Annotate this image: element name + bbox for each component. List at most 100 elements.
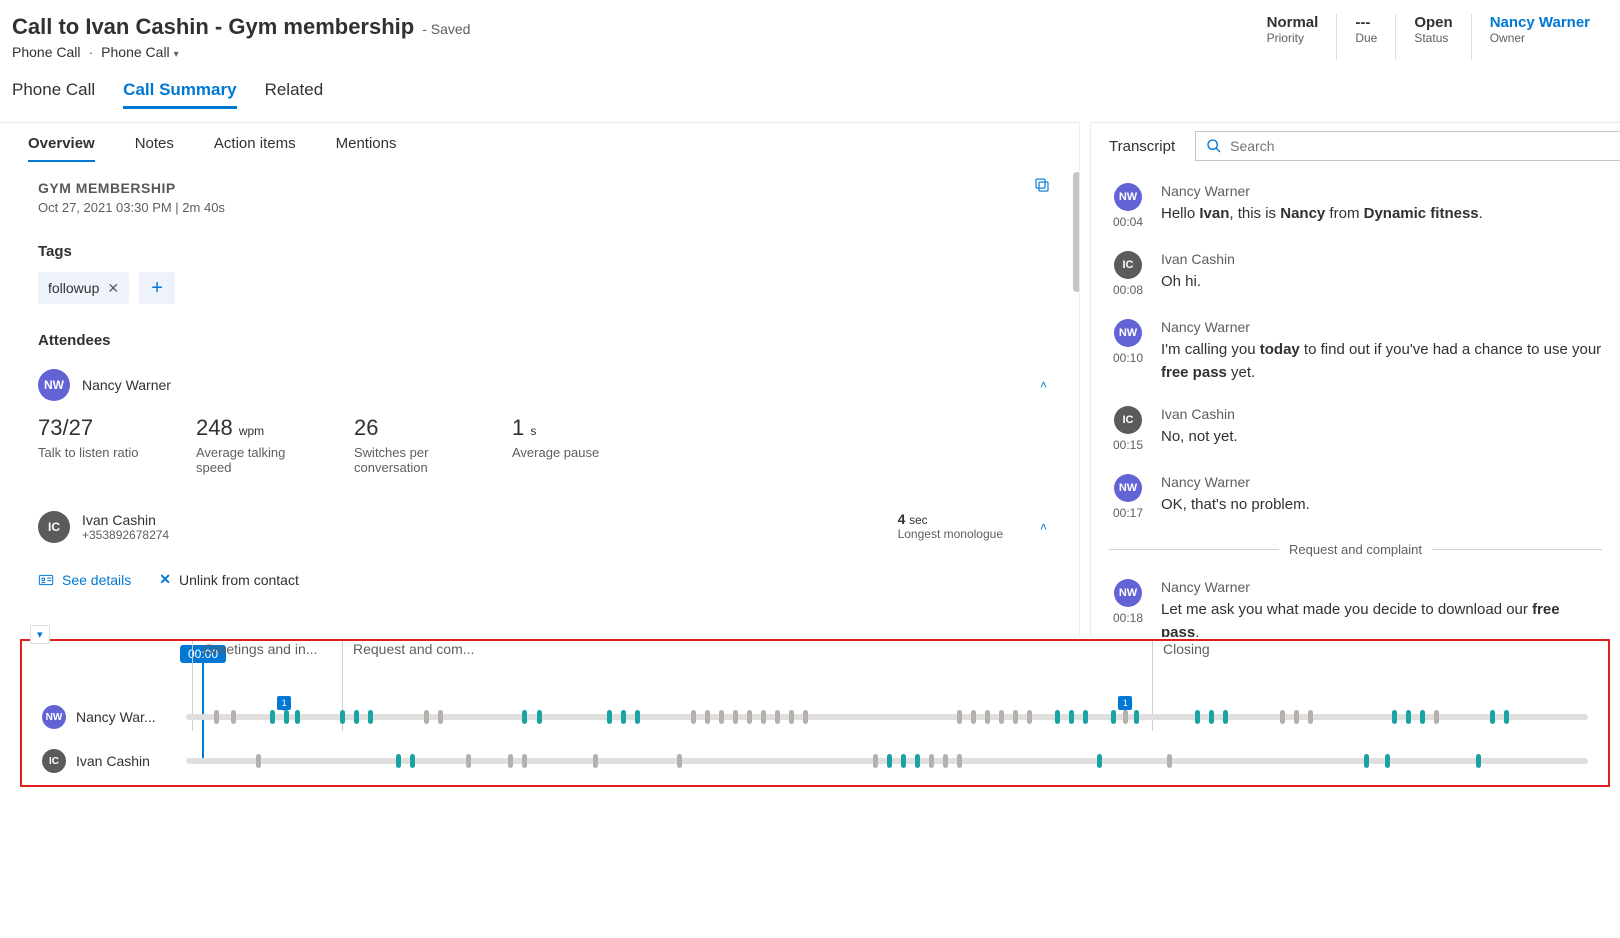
- summary-tab-overview[interactable]: Overview: [28, 135, 95, 162]
- meta-cell[interactable]: NormalPriority: [1249, 14, 1337, 60]
- avatar: NW: [1114, 183, 1142, 211]
- transcript-text: OK, that's no problem.: [1161, 494, 1602, 517]
- transcript-heading: Transcript: [1109, 138, 1175, 155]
- chevron-down-icon: ▾: [174, 49, 179, 60]
- transcript-line[interactable]: IC00:15Ivan CashinNo, not yet.: [1109, 406, 1602, 452]
- scrollbar[interactable]: [1073, 172, 1079, 292]
- avatar: IC: [1114, 251, 1142, 279]
- avatar: NW: [1114, 319, 1142, 347]
- meta-cell[interactable]: Nancy WarnerOwner: [1471, 14, 1608, 60]
- avatar: NW: [42, 705, 66, 729]
- chevron-up-icon[interactable]: ˄: [1040, 520, 1047, 534]
- transcript-pane: Transcript NW 00:04 Nancy Warner Hello Ivan…: [1090, 122, 1620, 637]
- transcript-speaker: Nancy Warner: [1161, 319, 1602, 335]
- stat: 26Switches per conversation: [354, 415, 474, 475]
- meta-label: Due: [1355, 31, 1377, 45]
- summary-tabs: Overview Notes Action items Mentions: [0, 123, 1079, 162]
- summary-tab-action-items[interactable]: Action items: [214, 135, 296, 162]
- timeline-speaker: Nancy War...: [76, 709, 176, 725]
- transcript-speaker: Nancy Warner: [1161, 474, 1602, 490]
- transcript-section-divider: Request and complaint: [1109, 542, 1602, 557]
- tag-chip[interactable]: followup✕: [38, 272, 129, 304]
- timeline-bar[interactable]: [186, 758, 1588, 764]
- avatar: IC: [1114, 406, 1142, 434]
- timeline-bar[interactable]: 11: [186, 714, 1588, 720]
- stat: 1 sAverage pause: [512, 415, 632, 475]
- timeline-marker[interactable]: 1: [277, 696, 291, 710]
- attendee-phone: +353892678274: [82, 528, 169, 542]
- breadcrumb-item: Phone Call: [12, 44, 81, 60]
- transcript-text: I'm calling you today to find out if you…: [1161, 339, 1602, 384]
- meta-cell[interactable]: OpenStatus: [1395, 14, 1470, 60]
- avatar: NW: [38, 369, 70, 401]
- chevron-up-icon[interactable]: ˄: [1040, 378, 1047, 392]
- avatar: IC: [42, 749, 66, 773]
- timeline-panel: ▾ 00:00 ClosingRequest and com...Greetin…: [20, 639, 1610, 787]
- attendee-row[interactable]: IC Ivan Cashin +353892678274 4 sec Longe…: [38, 511, 1051, 543]
- timeline-row: IC Ivan Cashin: [42, 749, 1588, 773]
- transcript-line[interactable]: NW 00:04 Nancy Warner Hello Ivan, this is N…: [1109, 183, 1602, 229]
- add-tag-button[interactable]: +: [139, 272, 175, 304]
- timeline-rows: NW Nancy War... 11 IC Ivan Cashin: [42, 705, 1588, 773]
- summary-tab-mentions[interactable]: Mentions: [336, 135, 397, 162]
- tab-call-summary[interactable]: Call Summary: [123, 80, 236, 109]
- attendee-row[interactable]: NW Nancy Warner ˄: [38, 369, 1051, 401]
- transcript-time: 00:08: [1113, 283, 1143, 297]
- stats-row: 73/27Talk to listen ratio248 wpmAverage …: [38, 415, 1051, 475]
- overview-body: GYM MEMBERSHIP Oct 27, 2021 03:30 PM | 2…: [0, 162, 1079, 632]
- overview-subtitle: Oct 27, 2021 03:30 PM | 2m 40s: [38, 200, 1051, 215]
- transcript-speaker: Ivan Cashin: [1161, 251, 1602, 267]
- monologue-stat: 4 sec Longest monologue: [898, 511, 1003, 541]
- meta-label: Status: [1414, 31, 1452, 45]
- transcript-time: 00:04: [1113, 215, 1143, 229]
- search-icon: [1206, 138, 1222, 154]
- summary-tab-notes[interactable]: Notes: [135, 135, 174, 162]
- meta-value: Open: [1414, 14, 1452, 31]
- remove-tag-icon[interactable]: ✕: [107, 280, 119, 297]
- saved-status: - Saved: [422, 21, 470, 37]
- transcript-time: 00:18: [1113, 611, 1143, 625]
- breadcrumb-dropdown[interactable]: Phone Call ▾: [101, 44, 178, 60]
- call-summary-pane: Overview Notes Action items Mentions GYM ME…: [0, 122, 1080, 637]
- search-input[interactable]: [1230, 138, 1610, 154]
- stat: 73/27Talk to listen ratio: [38, 415, 158, 475]
- transcript-line[interactable]: NW00:18Nancy WarnerLet me ask you what m…: [1109, 579, 1602, 637]
- transcript-text: Let me ask you what made you decide to d…: [1161, 599, 1602, 637]
- record-tabs: Phone Call Call Summary Related: [0, 64, 1620, 110]
- attendee-name: Nancy Warner: [82, 377, 171, 393]
- tab-related[interactable]: Related: [265, 80, 324, 109]
- collapse-timeline-button[interactable]: ▾: [30, 625, 50, 644]
- transcript-text: Hello Ivan, this is Nancy from Dynamic f…: [1161, 203, 1602, 226]
- meta-label: Owner: [1490, 31, 1590, 45]
- transcript-time: 00:10: [1113, 351, 1143, 365]
- record-header: Call to Ivan Cashin - Gym membership - S…: [0, 0, 1620, 64]
- transcript-speaker: Nancy Warner: [1161, 183, 1602, 199]
- copy-icon[interactable]: [1033, 176, 1051, 194]
- transcript-search[interactable]: [1195, 131, 1620, 161]
- meta-label: Priority: [1267, 31, 1319, 45]
- meta-cell[interactable]: ---Due: [1336, 14, 1395, 60]
- transcript-line[interactable]: NW 00:10 Nancy Warner I'm calling you today…: [1109, 319, 1602, 384]
- avatar: IC: [38, 511, 70, 543]
- timeline-marker[interactable]: 1: [1118, 696, 1132, 710]
- breadcrumb: Phone Call · Phone Call ▾: [12, 44, 470, 60]
- timeline-speaker: Ivan Cashin: [76, 753, 176, 769]
- attendee-name: Ivan Cashin: [82, 512, 169, 528]
- attendees-heading: Attendees: [38, 332, 1051, 349]
- transcript-line[interactable]: NW 00:17 Nancy Warner OK, that's no problem…: [1109, 474, 1602, 520]
- unlink-contact-link[interactable]: ✕ Unlink from contact: [159, 571, 299, 588]
- transcript-speaker: Nancy Warner: [1161, 579, 1602, 595]
- meta-bar: NormalPriority---DueOpenStatusNancy Warn…: [1249, 14, 1608, 60]
- transcript-text: Oh hi.: [1161, 271, 1602, 294]
- transcript-speaker: Ivan Cashin: [1161, 406, 1602, 422]
- title-block: Call to Ivan Cashin - Gym membership - S…: [12, 14, 470, 60]
- transcript-line[interactable]: IC 00:08 Ivan Cashin Oh hi.: [1109, 251, 1602, 297]
- avatar: NW: [1114, 474, 1142, 502]
- transcript-time: 00:17: [1113, 506, 1143, 520]
- meta-value: ---: [1355, 14, 1377, 31]
- transcript-time: 00:15: [1113, 438, 1143, 452]
- record-title: Call to Ivan Cashin - Gym membership: [12, 14, 414, 40]
- tab-phone-call[interactable]: Phone Call: [12, 80, 95, 109]
- see-details-link[interactable]: See details: [38, 572, 131, 588]
- overview-title: GYM MEMBERSHIP: [38, 180, 1051, 196]
